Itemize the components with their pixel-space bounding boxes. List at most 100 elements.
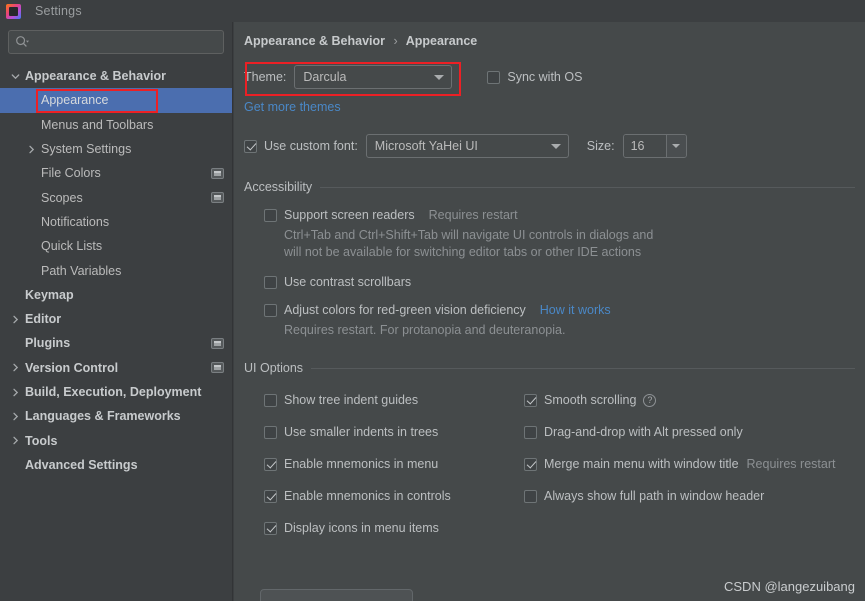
sidebar-item-label: Version Control [25,360,119,375]
ui-option-hint: Requires restart [746,457,836,471]
ui-option-row[interactable]: Always show full path in window header [524,480,865,512]
support-screen-readers-row[interactable]: Support screen readers Requires restart [264,208,865,222]
font-size-stepper[interactable]: 16 [622,134,687,158]
sidebar-item-file-colors[interactable]: File Colors [0,161,232,185]
sync-with-os-checkbox-box[interactable] [487,70,501,84]
sidebar-item-notifications[interactable]: Notifications [0,210,232,234]
chevron-down-icon [550,144,561,149]
ui-option-label: Enable mnemonics in menu [284,457,439,471]
window-title: Settings [35,4,82,18]
breadcrumb-separator-icon: › [393,34,398,48]
ui-option-checkbox[interactable] [264,425,277,439]
sidebar-item-menus-and-toolbars[interactable]: Menus and Toolbars [0,113,232,137]
sidebar-item-system-settings[interactable]: System Settings [0,137,232,161]
sidebar-item-label: Editor [25,312,62,327]
ui-option-row[interactable]: Enable mnemonics in menu [264,448,451,480]
search-box[interactable] [8,30,224,54]
sidebar-item-appearance-behavior[interactable]: Appearance & Behavior [0,64,232,88]
sidebar-item-advanced-settings[interactable]: Advanced Settings [0,453,232,477]
watermark: CSDN @langezuibang [724,579,855,594]
sidebar-item-label: Advanced Settings [25,457,138,472]
ui-options-grid: Show tree indent guides Use smaller inden… [234,384,865,554]
sidebar-search-wrap [0,22,232,60]
red-green-deficiency-checkbox[interactable] [264,303,277,317]
use-custom-font-checkbox[interactable] [244,139,257,153]
ui-option-checkbox[interactable] [264,457,277,471]
sidebar-item-editor[interactable]: Editor [0,307,232,331]
ui-option-checkbox[interactable] [524,393,537,407]
ui-option-label: Show tree indent guides [284,393,419,407]
chevron-right-icon[interactable] [8,363,22,372]
sidebar-item-version-control[interactable]: Version Control [0,356,232,380]
project-scope-icon [211,167,224,179]
chevron-right-icon[interactable] [8,412,22,421]
red-green-deficiency-description: Requires restart. For protanopia and deu… [284,323,566,337]
ui-option-row[interactable]: Show tree indent guides [264,384,451,416]
sidebar-item-quick-lists[interactable]: Quick Lists [0,234,232,258]
chevron-right-icon[interactable] [8,436,22,445]
contrast-scrollbars-row[interactable]: Use contrast scrollbars [264,275,865,289]
chevron-right-icon[interactable] [8,388,22,397]
font-size-value[interactable]: 16 [623,135,666,157]
ui-option-label: Use smaller indents in trees [284,425,439,439]
title-bar: Settings [0,0,865,22]
ui-option-checkbox[interactable] [524,457,537,471]
font-size-label: Size: [586,139,615,153]
font-family-value: Microsoft YaHei UI [374,139,478,153]
sidebar-item-appearance[interactable]: Appearance [0,88,232,113]
ui-option-label: Enable mnemonics in controls [284,489,451,503]
ui-option-label: Always show full path in window header [544,489,765,503]
ui-option-row[interactable]: Use smaller indents in trees [264,416,451,448]
ui-option-row[interactable]: Display icons in menu items [264,512,451,544]
get-more-themes-link[interactable]: Get more themes [244,100,341,114]
sidebar-item-label: Plugins [25,336,71,351]
project-scope-icon [211,362,224,374]
contrast-scrollbars-checkbox[interactable] [264,275,277,289]
ui-options-section-header: UI Options [244,361,865,375]
sync-with-os-checkbox[interactable]: Sync with OS [487,70,582,84]
ui-option-checkbox[interactable] [264,489,277,503]
ui-option-row[interactable]: Smooth scrolling? [524,384,865,416]
font-family-select[interactable]: Microsoft YaHei UI [365,134,569,158]
sidebar-item-path-variables[interactable]: Path Variables [0,258,232,282]
sidebar-item-label: Tools [25,433,58,448]
support-screen-readers-checkbox[interactable] [264,208,277,222]
ui-option-row[interactable]: Drag-and-drop with Alt pressed only [524,416,865,448]
ui-option-checkbox[interactable] [524,489,537,503]
sync-with-os-label: Sync with OS [507,70,583,84]
ui-option-checkbox[interactable] [524,425,537,439]
breadcrumb-parent[interactable]: Appearance & Behavior [244,34,385,48]
red-green-deficiency-label: Adjust colors for red-green vision defic… [284,303,526,317]
chevron-right-icon[interactable] [24,145,38,154]
red-green-deficiency-row[interactable]: Adjust colors for red-green vision defic… [264,303,865,317]
project-scope-icon [211,337,224,349]
ui-option-row[interactable]: Enable mnemonics in controls [264,480,451,512]
screen-readers-desc-line-1: Ctrl+Tab and Ctrl+Shift+Tab will navigat… [284,228,654,242]
how-it-works-link[interactable]: How it works [540,303,611,317]
settings-window: Settings Appearance & Behavior Appearance… [0,0,865,601]
sidebar-item-label: Notifications [41,214,110,229]
sidebar-item-languages-frameworks[interactable]: Languages & Frameworks [0,404,232,428]
search-input[interactable] [33,34,217,50]
sidebar-item-scopes[interactable]: Scopes [0,185,232,209]
sidebar-item-label: File Colors [41,166,101,181]
chevron-down-icon [672,144,681,148]
custom-font-row: Use custom font: Microsoft YaHei UI Size… [244,134,865,158]
intellij-idea-logo-icon [6,3,21,19]
help-icon[interactable]: ? [643,393,657,407]
ui-option-checkbox[interactable] [264,393,277,407]
sidebar-item-tools[interactable]: Tools [0,428,232,452]
accessibility-section-header: Accessibility [244,180,865,194]
theme-select[interactable]: Darcula [294,65,453,89]
ui-option-checkbox[interactable] [264,521,277,535]
chevron-right-icon[interactable] [8,315,22,324]
partially-visible-field[interactable] [260,589,413,601]
chevron-down-icon[interactable] [8,72,22,81]
ui-option-row[interactable]: Merge main menu with window title Require… [524,448,865,480]
font-size-dropdown-button[interactable] [665,135,686,157]
sidebar-item-plugins[interactable]: Plugins [0,331,232,355]
sidebar-item-build-execution-deployment[interactable]: Build, Execution, Deployment [0,380,232,404]
ui-options-right-column: Smooth scrolling? Drag-and-drop with Alt … [524,384,865,512]
sidebar-item-keymap[interactable]: Keymap [0,283,232,307]
settings-tree: Appearance & Behavior Appearance Menus and… [0,64,232,477]
